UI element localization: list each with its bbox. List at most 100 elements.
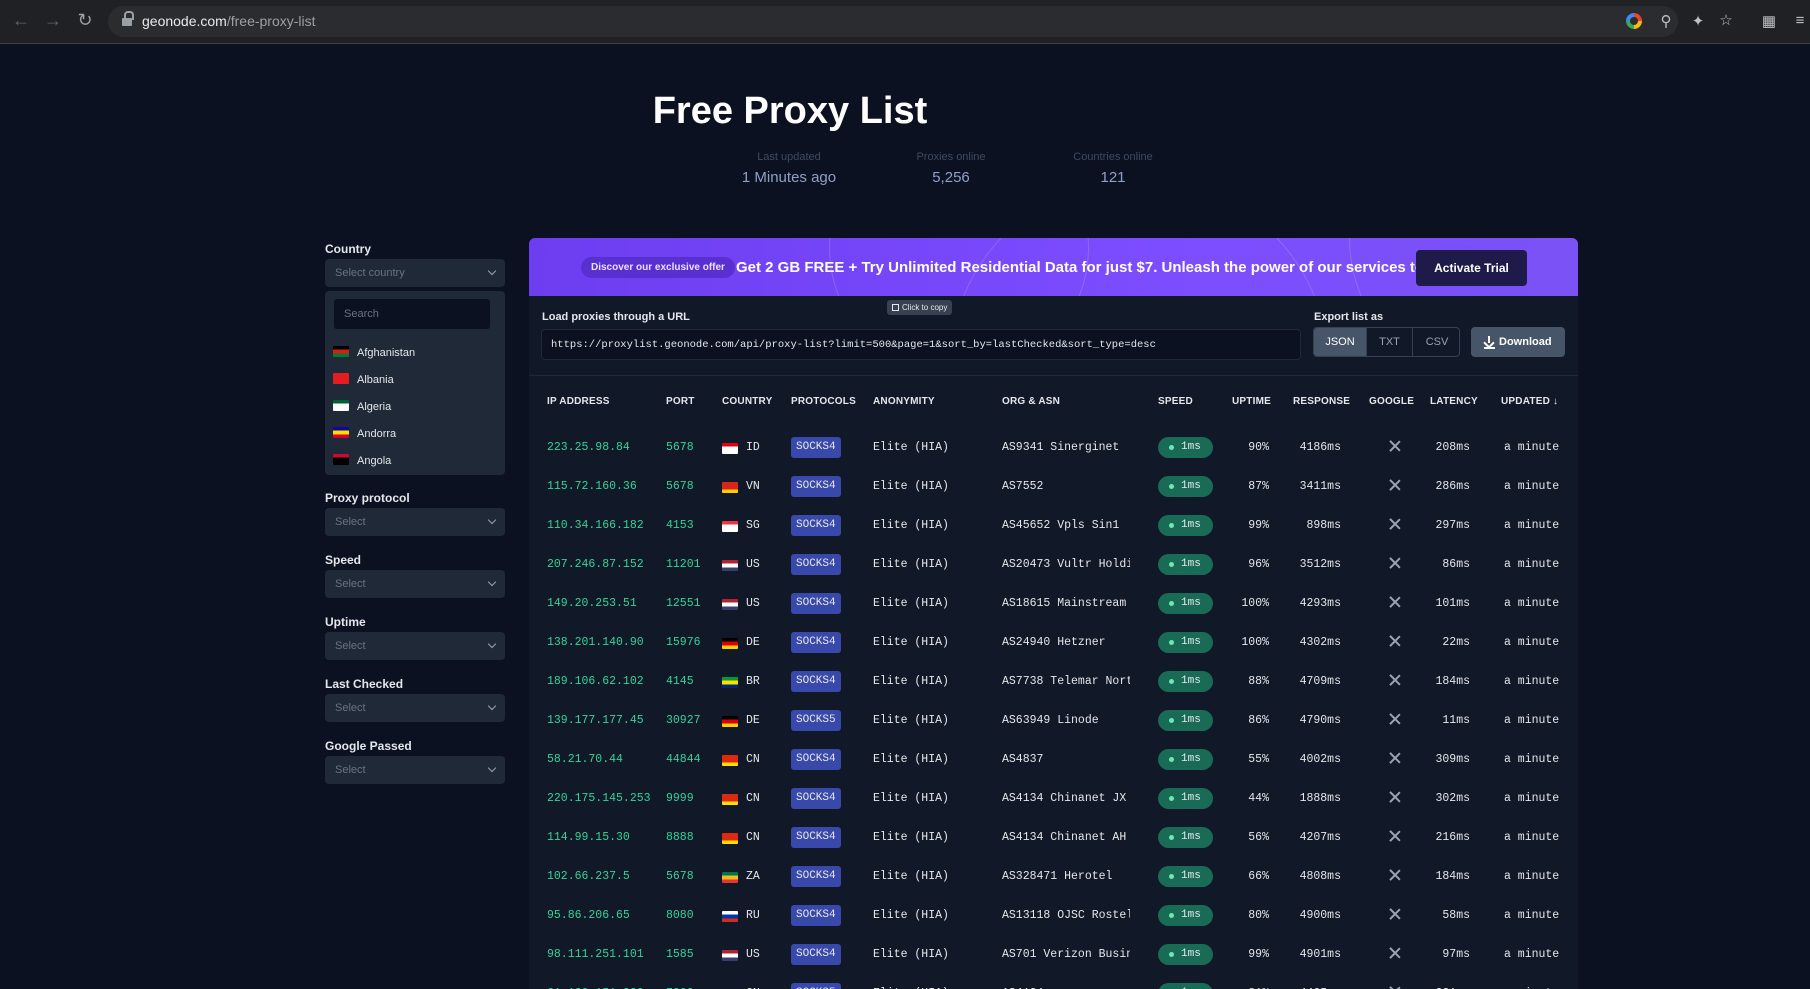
country-option[interactable]: Angola (333, 453, 391, 469)
speed-badge: 1ms (1158, 983, 1213, 989)
country-flag-icon (722, 443, 738, 454)
table-row[interactable]: 139.177.177.45 30927 DE SOCKS5 Elite (HIA) AS… (529, 701, 1578, 740)
google-icon[interactable] (1626, 13, 1642, 34)
country-option[interactable]: Andorra (333, 426, 396, 442)
google-passed-select[interactable]: Select (325, 756, 505, 784)
stat-countries-online: Countries online 121 (1033, 151, 1193, 186)
close-icon (1389, 635, 1401, 647)
country-flag-icon (722, 833, 738, 844)
export-label: Export list as (1314, 311, 1384, 323)
ip-address: 58.21.70.44 (547, 753, 623, 766)
col-header-latency[interactable]: LATENCY (1430, 396, 1478, 407)
org-asn: AS4134 Chinanet AH (1002, 831, 1127, 844)
speed-badge: 1ms (1158, 710, 1213, 731)
speed-select[interactable]: Select (325, 570, 505, 598)
protocol-badge: SOCKS4 (791, 905, 841, 926)
export-json-button[interactable]: JSON (1314, 328, 1367, 356)
table-row[interactable]: 138.201.140.90 15976 DE SOCKS4 Elite (HIA) AS… (529, 623, 1578, 662)
port: 1585 (666, 948, 694, 961)
table-row[interactable]: 149.20.253.51 12551 US SOCKS4 Elite (HIA) AS1… (529, 584, 1578, 623)
speed-badge: 1ms (1158, 905, 1213, 926)
uptime-select[interactable]: Select (325, 632, 505, 660)
col-header-anonymity[interactable]: ANONYMITY (873, 396, 935, 407)
menu-icon[interactable]: ≡ (1790, 12, 1810, 29)
col-header-speed[interactable]: SPEED (1158, 396, 1193, 407)
close-icon (1389, 596, 1401, 608)
anonymity: Elite (HIA) (873, 948, 949, 961)
proxy-list-card: Discover our exclusive offer Get 2 GB FR… (529, 238, 1578, 989)
export-txt-button[interactable]: TXT (1367, 328, 1413, 356)
close-icon (1389, 947, 1401, 959)
response: 4207ms (1299, 831, 1341, 844)
back-arrow-icon[interactable]: ← (9, 10, 33, 31)
country-search-input[interactable]: Search (334, 299, 490, 329)
country-flag-icon (722, 638, 738, 649)
table-row[interactable]: 58.21.70.44 44844 CN SOCKS4 Elite (HIA) AS483… (529, 740, 1578, 779)
table-row[interactable]: 95.86.206.65 8080 RU SOCKS4 Elite (HIA) AS131… (529, 896, 1578, 935)
protocol-badge: SOCKS4 (791, 788, 841, 809)
country-option[interactable]: Albania (333, 372, 394, 388)
col-header-uptime[interactable]: UPTIME (1232, 396, 1271, 407)
activate-trial-button[interactable]: Activate Trial (1416, 250, 1527, 286)
puzzle-icon[interactable]: ▦ (1759, 12, 1779, 30)
table-row[interactable]: 114.99.15.30 8888 CN SOCKS4 Elite (HIA) AS413… (529, 818, 1578, 857)
reload-icon[interactable]: ↻ (73, 10, 97, 31)
org-asn: AS24940 Hetzner (1002, 636, 1106, 649)
col-header-port[interactable]: PORT (666, 396, 695, 407)
uptime: 90% (1248, 441, 1269, 454)
api-url-field[interactable]: https://proxylist.geonode.com/api/proxy-… (541, 329, 1301, 360)
protocol-badge: SOCKS4 (791, 476, 841, 497)
table-row[interactable]: 115.72.160.36 5678 VN SOCKS4 Elite (HIA) AS75… (529, 467, 1578, 506)
table-row[interactable]: 189.106.62.102 4145 BR SOCKS4 Elite (HIA) AS7… (529, 662, 1578, 701)
table-row[interactable]: 110.34.166.182 4153 SG SOCKS4 Elite (HIA) AS4… (529, 506, 1578, 545)
address-bar[interactable]: geonode.com/free-proxy-list ⚲ (108, 6, 1678, 37)
table-row[interactable]: 207.246.87.152 11201 US SOCKS4 Elite (HIA) AS… (529, 545, 1578, 584)
table-row[interactable]: 98.111.251.101 1585 US SOCKS4 Elite (HIA) AS7… (529, 935, 1578, 974)
extensions-icon[interactable]: ✦ (1688, 12, 1708, 30)
col-header-updated[interactable]: UPDATED ↓ (1501, 396, 1558, 407)
uptime: 66% (1248, 870, 1269, 883)
proxy-protocol-select[interactable]: Select (325, 508, 505, 536)
forward-arrow-icon[interactable]: → (41, 10, 65, 31)
table-row[interactable]: 61.130.151.2307302CNSOCKS5Elite (HIA)AS4… (529, 974, 1578, 989)
latency: 208ms (1435, 441, 1470, 454)
col-header-protocols[interactable]: PROTOCOLS (791, 396, 856, 407)
table-row[interactable]: 102.66.237.5 5678 ZA SOCKS4 Elite (HIA) AS328… (529, 857, 1578, 896)
col-header-response[interactable]: RESPONSE (1293, 396, 1350, 407)
latency: 286ms (1435, 480, 1470, 493)
col-header-country[interactable]: COUNTRY (722, 396, 772, 407)
last-checked-select[interactable]: Select (325, 694, 505, 722)
star-icon[interactable]: ☆ (1716, 11, 1736, 29)
latency: 309ms (1435, 753, 1470, 766)
country-code: ZA (746, 870, 760, 883)
anonymity: Elite (HIA) (873, 636, 949, 649)
zoom-icon[interactable]: ⚲ (1656, 12, 1676, 30)
protocol-badge: SOCKS4 (791, 515, 841, 536)
protocol-badge: SOCKS4 (791, 671, 841, 692)
port: 5678 (666, 441, 694, 454)
protocol-badge: SOCKS4 (791, 554, 841, 575)
latency: 97ms (1442, 948, 1470, 961)
copy-icon (892, 304, 899, 311)
country-select[interactable]: Select country (325, 259, 505, 287)
col-header-google[interactable]: GOOGLE (1369, 396, 1414, 407)
col-header-ip[interactable]: IP ADDRESS (547, 396, 610, 407)
port: 5678 (666, 870, 694, 883)
table-row[interactable]: 220.175.145.253 9999 CN SOCKS4 Elite (HIA) AS… (529, 779, 1578, 818)
response: 4293ms (1299, 597, 1341, 610)
country-option[interactable]: Algeria (333, 399, 391, 415)
org-asn: AS20473 Vultr Holding (1002, 558, 1130, 571)
stat-label: Proxies online (916, 151, 986, 163)
col-header-org[interactable]: ORG & ASN (1002, 396, 1060, 407)
org-asn: AS45652 Vpls Sin1 (1002, 519, 1120, 532)
download-button[interactable]: Download (1471, 327, 1565, 357)
speed-filter-label: Speed (325, 553, 362, 567)
country-option[interactable]: Afghanistan (333, 345, 415, 361)
port: 30927 (666, 714, 701, 727)
uptime: 100% (1241, 597, 1269, 610)
anonymity: Elite (HIA) (873, 441, 949, 454)
export-csv-button[interactable]: CSV (1413, 328, 1459, 356)
port: 15976 (666, 636, 701, 649)
table-row[interactable]: 223.25.98.84 5678 ID SOCKS4 Elite (HIA) AS934… (529, 428, 1578, 467)
anonymity: Elite (HIA) (873, 597, 949, 610)
